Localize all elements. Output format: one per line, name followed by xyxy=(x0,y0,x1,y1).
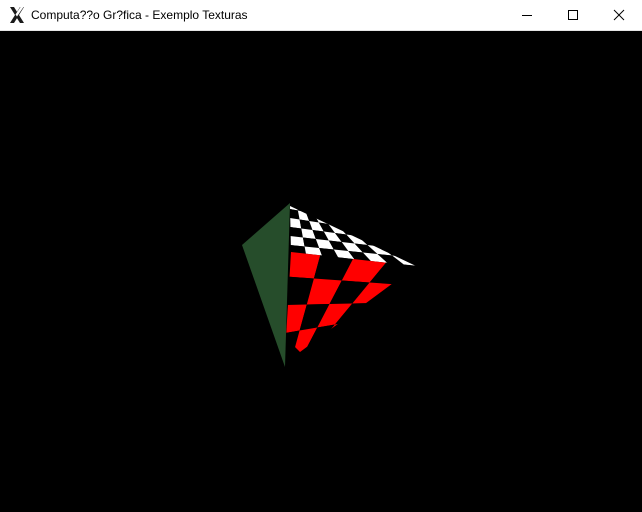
texture-tile xyxy=(345,219,367,230)
texture-tile xyxy=(290,206,298,211)
maximize-icon xyxy=(567,9,579,21)
gl-viewport[interactable] xyxy=(0,31,642,512)
minimize-button[interactable] xyxy=(504,0,550,30)
texture-tile xyxy=(308,206,322,215)
close-icon xyxy=(613,9,625,21)
texture-tile xyxy=(290,227,303,238)
texture-tile xyxy=(302,206,314,214)
texture-tile xyxy=(333,210,354,221)
checkered-front-face xyxy=(286,252,416,352)
x-logo-icon xyxy=(8,6,26,24)
texture-tile xyxy=(329,216,348,227)
maximize-button[interactable] xyxy=(550,0,596,30)
texture-tile xyxy=(290,218,302,229)
texture-tile xyxy=(357,228,380,239)
texture-tile xyxy=(327,209,346,220)
minimize-icon xyxy=(521,9,533,21)
window-title: Computa??o Gr?fica - Exemplo Texturas xyxy=(31,8,248,22)
rendered-scene xyxy=(242,203,416,367)
texture-tile xyxy=(321,207,338,218)
texture-tile xyxy=(315,206,330,217)
title-bar[interactable]: Computa??o Gr?fica - Exemplo Texturas xyxy=(0,0,642,31)
texture-tile xyxy=(290,236,305,247)
green-pyramid-face xyxy=(242,203,290,367)
close-button[interactable] xyxy=(596,0,642,30)
app-window: Computa??o Gr?fica - Exemplo Texturas xyxy=(0,0,642,512)
texture-tile xyxy=(337,218,358,229)
